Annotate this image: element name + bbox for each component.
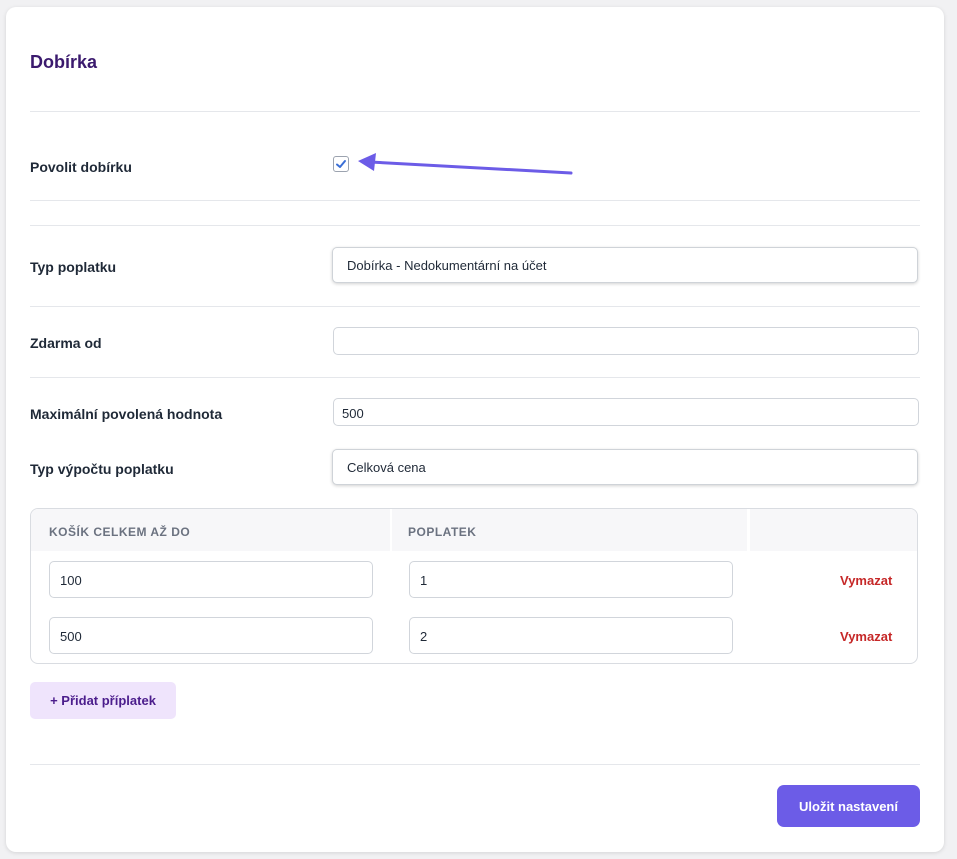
fee-input[interactable]: 1 <box>409 561 733 598</box>
save-settings-button[interactable]: Uložit nastavení <box>777 785 920 827</box>
max-value-input[interactable]: 500 <box>333 398 919 426</box>
delete-row-button[interactable]: Vymazat <box>840 573 892 588</box>
cod-enabled-checkbox[interactable] <box>333 156 349 172</box>
table-header-actions <box>750 509 917 551</box>
free-from-input[interactable] <box>333 327 919 355</box>
fee-type-label: Typ poplatku <box>30 259 117 275</box>
divider <box>30 306 920 307</box>
cod-enabled-label: Povolit dobírku <box>30 159 132 175</box>
fee-type-select[interactable]: Dobírka - Nedokumentární na účet <box>332 247 918 283</box>
calc-type-label: Typ výpočtu poplatku <box>30 461 174 477</box>
divider <box>30 225 920 226</box>
divider <box>30 111 920 112</box>
section-title: Dobírka <box>30 52 98 72</box>
fee-input[interactable]: 2 <box>409 617 733 654</box>
divider <box>30 377 920 378</box>
table-header-fee: POPLATEK <box>392 509 747 551</box>
table-header-cart-total: KOŠÍK CELKEM AŽ DO <box>31 509 390 551</box>
delete-row-button[interactable]: Vymazat <box>840 629 892 644</box>
divider <box>30 200 920 201</box>
checkmark-icon <box>336 160 346 168</box>
max-value-label: Maximální povolená hodnota <box>30 406 223 422</box>
divider <box>30 764 920 765</box>
settings-card: Dobírka Povolit dobírku Typ poplatku Dob… <box>6 7 944 852</box>
cart-total-input[interactable]: 500 <box>49 617 373 654</box>
cart-total-input[interactable]: 100 <box>49 561 373 598</box>
surcharge-table: KOŠÍK CELKEM AŽ DO POPLATEK 100 1 Vymaza… <box>30 508 918 664</box>
free-from-label: Zdarma od <box>30 335 102 351</box>
add-surcharge-button[interactable]: + Přidat příplatek <box>30 682 176 719</box>
calc-type-select[interactable]: Celková cena <box>332 449 918 485</box>
arrow-annotation-icon <box>358 153 573 175</box>
